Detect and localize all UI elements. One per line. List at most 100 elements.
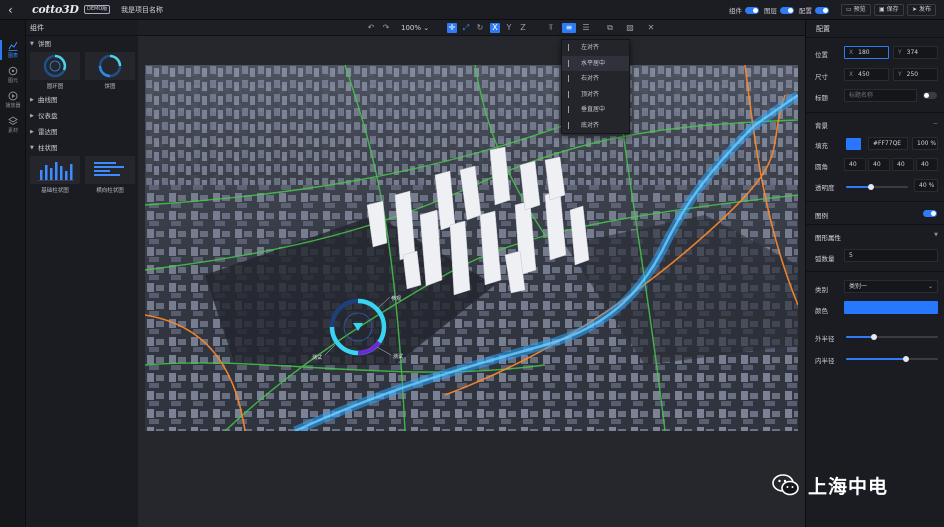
donut-thumbnail	[30, 52, 80, 80]
align-dropdown-menu: 左对齐 水平居中 右对齐 顶对齐 垂直居中 底对齐	[561, 39, 630, 134]
save-button[interactable]: ▣ 保存	[874, 4, 904, 16]
size-h-value: 250	[906, 71, 919, 78]
shape-section-title: 图形属性	[815, 234, 841, 242]
inner-radius-knob[interactable]	[902, 355, 909, 362]
toggle-components[interactable]: 组件	[729, 5, 759, 15]
category-label: 仪表盘	[38, 112, 58, 120]
project-name[interactable]: 我是项目名称	[121, 5, 163, 15]
scene-viewport[interactable]: 参观 测试 测试	[145, 65, 798, 431]
preview-button-label: 预览	[853, 6, 866, 13]
caret-right-icon: ▶	[30, 129, 34, 135]
category-radar[interactable]: ▶ 雷达图	[26, 124, 138, 140]
title-input[interactable]: 标题名称	[844, 89, 917, 102]
size-height-input[interactable]: Y 250	[893, 68, 938, 81]
category-pie[interactable]: ▼ 饼图	[26, 36, 138, 52]
horizontal-bar-thumbnail	[85, 156, 135, 184]
opacity-slider-knob[interactable]	[867, 183, 874, 190]
outer-radius-knob[interactable]	[870, 333, 877, 340]
move-tool-icon[interactable]: ✛	[447, 23, 457, 33]
inner-radius-fill	[846, 358, 906, 360]
title-label: 标题	[815, 94, 828, 102]
category-label: 曲线图	[38, 96, 58, 104]
divider	[806, 224, 944, 225]
align-center-v-item[interactable]: 垂直居中	[562, 102, 629, 118]
align-dropdown-icon[interactable]: ≡	[562, 23, 576, 33]
category-label: 饼图	[38, 40, 51, 48]
align-bottom-item[interactable]: 底对齐	[562, 118, 629, 134]
preview-button[interactable]: ▭ 预览	[841, 4, 871, 16]
radius-bl-input[interactable]: 40	[916, 158, 938, 171]
publish-button[interactable]: ➤ 发布	[907, 4, 937, 16]
position-x-input[interactable]: X 180	[844, 46, 889, 59]
rail-item-shapes[interactable]: 图元	[0, 63, 26, 87]
watermark-text: 上海中电	[808, 475, 889, 498]
opacity-input[interactable]: 40 %	[914, 179, 938, 192]
axis-x-button[interactable]: X	[490, 23, 500, 33]
color-picker[interactable]	[844, 301, 938, 314]
redo-icon[interactable]: ↷	[381, 23, 391, 33]
align-item-label: 垂直居中	[581, 106, 606, 113]
rail-item-label: 图元	[7, 78, 18, 84]
component-basic-bar[interactable]: 基础柱状图	[30, 156, 80, 194]
toggle-components-switch[interactable]	[745, 6, 759, 14]
size-label: 尺寸	[815, 73, 828, 81]
radius-tl-input[interactable]: 40	[844, 158, 866, 171]
position-label: 位置	[815, 51, 828, 59]
align-left-item[interactable]: 左对齐	[562, 40, 629, 56]
component-horizontal-bar[interactable]: 横向柱状图	[85, 156, 135, 194]
toggle-config-switch[interactable]	[815, 6, 829, 14]
category-bar[interactable]: ▼ 柱状图	[26, 140, 138, 156]
toggle-config[interactable]: 配置	[799, 5, 829, 15]
axis-y-button[interactable]: Y	[504, 23, 514, 33]
rail-item-assets[interactable]: 素材	[0, 113, 26, 137]
radius-br-input[interactable]: 40	[892, 158, 914, 171]
image-icon[interactable]: ▨	[625, 23, 635, 33]
fill-color-swatch[interactable]	[846, 138, 861, 150]
distribute-icon[interactable]: ⫪	[546, 23, 556, 33]
arc-count-input[interactable]: 5	[844, 249, 938, 262]
align-center-v-icon	[568, 106, 575, 113]
align-left-icon	[568, 44, 575, 51]
pie-thumbnails: 圆环图 饼图	[26, 52, 138, 92]
arc-count-label: 弧数量	[815, 255, 835, 263]
align-center-h-item[interactable]: 水平居中	[562, 55, 629, 71]
fill-percent-input[interactable]: 100 %	[912, 137, 938, 150]
category-label: 雷达图	[38, 128, 58, 136]
toggle-layers-switch[interactable]	[780, 6, 794, 14]
zoom-select[interactable]: 100% ⌄	[401, 23, 429, 33]
category-select[interactable]: 类别一 ⌄	[844, 280, 938, 293]
caret-down-icon[interactable]: ▼	[934, 232, 938, 238]
component-pie[interactable]: 饼图	[85, 52, 135, 90]
color-label: 颜色	[815, 307, 828, 315]
radius-tr-input[interactable]: 40	[868, 158, 890, 171]
scale-tool-icon[interactable]: ⤢	[461, 23, 471, 33]
back-icon[interactable]: ‹	[8, 3, 20, 17]
pie-thumbnail	[85, 52, 135, 80]
rotate-tool-icon[interactable]: ↻	[475, 23, 485, 33]
category-line[interactable]: ▶ 曲线图	[26, 92, 138, 108]
axis-z-button[interactable]: Z	[518, 23, 528, 33]
size-width-input[interactable]: X 450	[844, 68, 889, 81]
rail-item-charts[interactable]: 图表	[0, 38, 26, 62]
category-gauge[interactable]: ▶ 仪表盘	[26, 108, 138, 124]
save-icon: ▣	[879, 6, 885, 13]
fill-hex-input[interactable]: #FF77QE	[868, 137, 908, 150]
undo-icon[interactable]: ↶	[366, 23, 376, 33]
monitor-icon: ▭	[846, 6, 852, 13]
align-right-item[interactable]: 右对齐	[562, 71, 629, 87]
outer-radius-slider[interactable]	[846, 333, 938, 340]
position-y-input[interactable]: Y 374	[893, 46, 938, 59]
collapse-icon[interactable]: −	[933, 120, 938, 127]
title-toggle[interactable]	[923, 92, 937, 99]
spacing-icon[interactable]: ☰	[581, 23, 591, 33]
rail-item-player[interactable]: 播放器	[0, 88, 26, 112]
opacity-slider[interactable]	[846, 183, 908, 190]
delete-icon[interactable]: ✕	[646, 23, 656, 33]
align-top-item[interactable]: 顶对齐	[562, 87, 629, 103]
group-icon[interactable]: ⧉	[605, 23, 615, 33]
legend-toggle[interactable]	[923, 210, 937, 217]
toggle-layers[interactable]: 图层	[764, 5, 794, 15]
position-x-value: 180	[858, 49, 870, 56]
inner-radius-slider[interactable]	[846, 355, 938, 362]
component-donut[interactable]: 圆环图	[30, 52, 80, 90]
